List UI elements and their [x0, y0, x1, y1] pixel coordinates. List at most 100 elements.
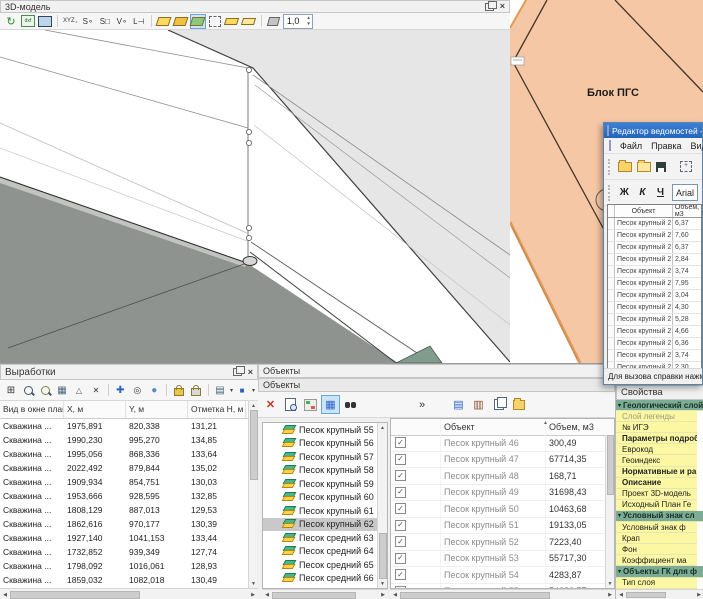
- swatch-dropdown-icon[interactable]: ▾: [252, 387, 255, 394]
- report-row[interactable]: Песок крупный 24,66: [608, 326, 701, 338]
- vertical-scale-icon[interactable]: [266, 14, 282, 29]
- boreholes-vscrollbar[interactable]: ▲▼: [248, 401, 258, 588]
- report-row[interactable]: Песок крупный 26,37: [608, 218, 701, 230]
- copy-objects-icon[interactable]: [489, 395, 508, 414]
- property-row[interactable]: № ИГЭ: [616, 422, 697, 433]
- selection-frame-icon[interactable]: +: [680, 161, 692, 172]
- close-panel-icon[interactable]: ×: [500, 2, 505, 11]
- object-row[interactable]: Песок крупный 527223,40: [391, 534, 605, 551]
- layer-item[interactable]: Песок крупный 59: [263, 477, 377, 491]
- edit-model-icon[interactable]: [173, 14, 189, 29]
- borehole-row[interactable]: Скважина ...1859,0321082,018130,49: [0, 573, 248, 587]
- borehole-row[interactable]: Скважина ...1798,0921016,061128,93: [0, 559, 248, 573]
- layer-item[interactable]: Песок средний 63: [263, 531, 377, 545]
- bold-button[interactable]: Ж: [618, 187, 631, 198]
- col-y[interactable]: Y, м: [126, 401, 188, 418]
- legend-icon[interactable]: [301, 395, 320, 414]
- float-panel-icon[interactable]: [233, 368, 242, 376]
- 3d-viewport[interactable]: [0, 30, 510, 363]
- row-checkbox[interactable]: [395, 454, 406, 465]
- layer-item[interactable]: Песок средний 65: [263, 558, 377, 572]
- find-object-icon[interactable]: [281, 395, 300, 414]
- report-row[interactable]: Песок крупный 23,04: [608, 290, 701, 302]
- borehole-row[interactable]: Скважина ...1975,891820,338131,21: [0, 419, 248, 433]
- lock-icon[interactable]: [171, 383, 187, 398]
- coordinates-xyz-icon[interactable]: XYZ₊: [62, 14, 79, 29]
- row-checkbox[interactable]: [395, 487, 406, 498]
- surface-point-icon[interactable]: S∘: [80, 14, 96, 29]
- float-panel-icon[interactable]: [485, 3, 494, 11]
- open-file-icon[interactable]: [618, 162, 632, 172]
- more-tools-chevron[interactable]: »: [411, 395, 433, 414]
- col-object[interactable]: Объект: [441, 419, 546, 435]
- property-row[interactable]: Еврокод: [616, 444, 697, 455]
- toolbar-grip[interactable]: [608, 159, 613, 175]
- borehole-row[interactable]: Скважина ...1732,852939,349127,74: [0, 545, 248, 559]
- property-row[interactable]: Описание: [616, 478, 697, 489]
- length-measure-icon[interactable]: L⊣: [131, 14, 147, 29]
- layer-item[interactable]: Песок средний 66: [263, 572, 377, 586]
- target-check-icon[interactable]: ◎: [129, 383, 145, 398]
- row-checkbox[interactable]: [395, 503, 406, 514]
- objects-table-vscrollbar[interactable]: ▼: [605, 435, 614, 588]
- derrick-icon[interactable]: △: [71, 383, 87, 398]
- property-row[interactable]: Нормативные и ра: [616, 467, 697, 478]
- property-row[interactable]: Геоиндекс: [616, 455, 697, 466]
- row-checkbox[interactable]: [395, 470, 406, 481]
- borehole-row[interactable]: Скважина ...1990,230995,270134,85: [0, 433, 248, 447]
- new-from-template-icon[interactable]: [637, 162, 651, 172]
- layer-item-selected[interactable]: Песок крупный 62: [263, 518, 377, 532]
- properties-hscrollbar[interactable]: ◀▶: [616, 589, 703, 599]
- property-row[interactable]: Исходный План Ге: [616, 500, 697, 511]
- property-row[interactable]: Фон: [616, 544, 697, 555]
- col-volume[interactable]: Объем, м3: [546, 419, 614, 435]
- move-borehole-icon[interactable]: ✚: [112, 383, 128, 398]
- zoom-selection-icon[interactable]: [37, 383, 53, 398]
- list-layout-icon[interactable]: ▤: [212, 383, 228, 398]
- report-row[interactable]: Песок крупный 23,74: [608, 350, 701, 362]
- stepper-arrows-icon[interactable]: ▲▼: [306, 15, 310, 27]
- borehole-row[interactable]: Скважина ...1808,129887,013129,53: [0, 503, 248, 517]
- delete-object-icon[interactable]: ✕: [261, 395, 280, 414]
- object-row[interactable]: Песок крупный 544283,87: [391, 567, 605, 584]
- property-section[interactable]: Объекты ГК для ф: [616, 566, 703, 577]
- object-row[interactable]: Песок крупный 4767714,35: [391, 452, 605, 469]
- export-dxf-icon[interactable]: dxf: [20, 14, 36, 29]
- row-checkbox[interactable]: [395, 569, 406, 580]
- layer-item[interactable]: Песок крупный 56: [263, 437, 377, 451]
- report-row[interactable]: Песок крупный 27,95: [608, 278, 701, 290]
- borehole-row[interactable]: Скважина ...1995,056868,336133,64: [0, 447, 248, 461]
- layer-list-hscrollbar[interactable]: ◀▶: [262, 589, 388, 599]
- report-row[interactable]: Песок крупный 26,36: [608, 338, 701, 350]
- row-checkbox[interactable]: [395, 586, 406, 588]
- layer-item[interactable]: Песок крупный 61: [263, 504, 377, 518]
- col-x[interactable]: X, м: [64, 401, 126, 418]
- menu-edit[interactable]: Правка: [651, 141, 681, 151]
- delete-point-icon[interactable]: ✕: [88, 383, 104, 398]
- save-file-icon[interactable]: [656, 162, 666, 172]
- borehole-row[interactable]: Скважина ...2022,492879,844135,02: [0, 461, 248, 475]
- layer-item[interactable]: Песок крупный 58: [263, 464, 377, 478]
- menu-file[interactable]: Файл: [620, 141, 642, 151]
- surface-area-icon[interactable]: S□: [97, 14, 113, 29]
- refresh-model-icon[interactable]: ↻: [3, 14, 19, 29]
- layer-item[interactable]: Песок средний 64: [263, 545, 377, 559]
- report-editor-titlebar[interactable]: Редактор ведомостей -: [604, 123, 702, 138]
- archive-icon[interactable]: ▥: [469, 395, 488, 414]
- row-checkbox[interactable]: [395, 553, 406, 564]
- property-row[interactable]: Условный знак ф: [616, 522, 697, 533]
- wireframe-model-icon[interactable]: [207, 14, 223, 29]
- borehole-row[interactable]: Скважина ...1909,934854,751130,03: [0, 475, 248, 489]
- boreholes-hscrollbar[interactable]: ◀▶: [0, 588, 258, 599]
- row-checkbox[interactable]: [395, 437, 406, 448]
- object-row[interactable]: Песок крупный 46300,49: [391, 435, 605, 452]
- layer-item[interactable]: Песок крупный 60: [263, 491, 377, 505]
- property-row[interactable]: Коэффициент ма: [616, 555, 697, 566]
- report-row[interactable]: Песок крупный 26,37: [608, 242, 701, 254]
- flat-layer-2-icon[interactable]: [241, 14, 257, 29]
- col-elevation[interactable]: Отметка H, м: [188, 401, 246, 418]
- layer-list-vscrollbar[interactable]: ▲▼: [377, 423, 387, 588]
- row-checkbox[interactable]: [395, 536, 406, 547]
- search-binoculars-icon[interactable]: [341, 395, 360, 414]
- font-family-select[interactable]: Arial: [672, 184, 698, 201]
